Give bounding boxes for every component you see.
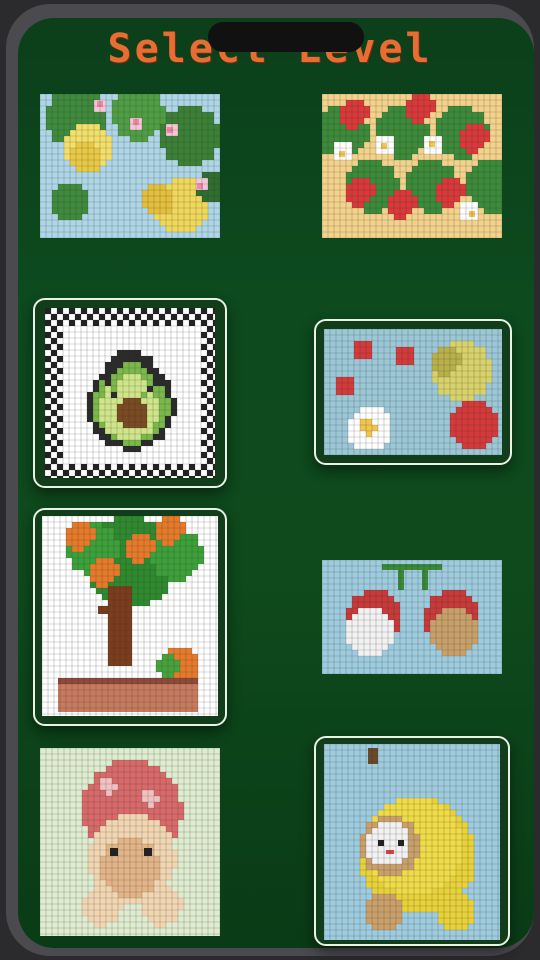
pixel-art-avocado: [45, 308, 215, 478]
level-tile-banana-kitten[interactable]: [314, 736, 510, 946]
level-tile-mushroom-kitten[interactable]: [40, 748, 220, 936]
pixel-art-orange-tree: [42, 516, 218, 716]
level-tile-cherry-kittens[interactable]: [322, 560, 502, 674]
pixel-art-cherry-kittens: [322, 560, 502, 674]
pixel-art-strawberry: [322, 94, 502, 238]
level-tile-strawberry-flowers[interactable]: [322, 94, 502, 238]
pixel-art-strawberry-daisy: [324, 329, 502, 455]
camera-notch: [208, 22, 364, 52]
pixel-art-lemon: [40, 94, 220, 238]
pixel-art-mushroom-kitten: [40, 748, 220, 936]
level-tile-strawberry-daisy[interactable]: [314, 319, 512, 465]
pixel-art-banana-kitten: [324, 744, 500, 940]
level-tile-lemon-branch[interactable]: [40, 94, 220, 238]
level-tile-orange-tree[interactable]: [33, 508, 227, 726]
level-tile-avocado[interactable]: [33, 298, 227, 488]
